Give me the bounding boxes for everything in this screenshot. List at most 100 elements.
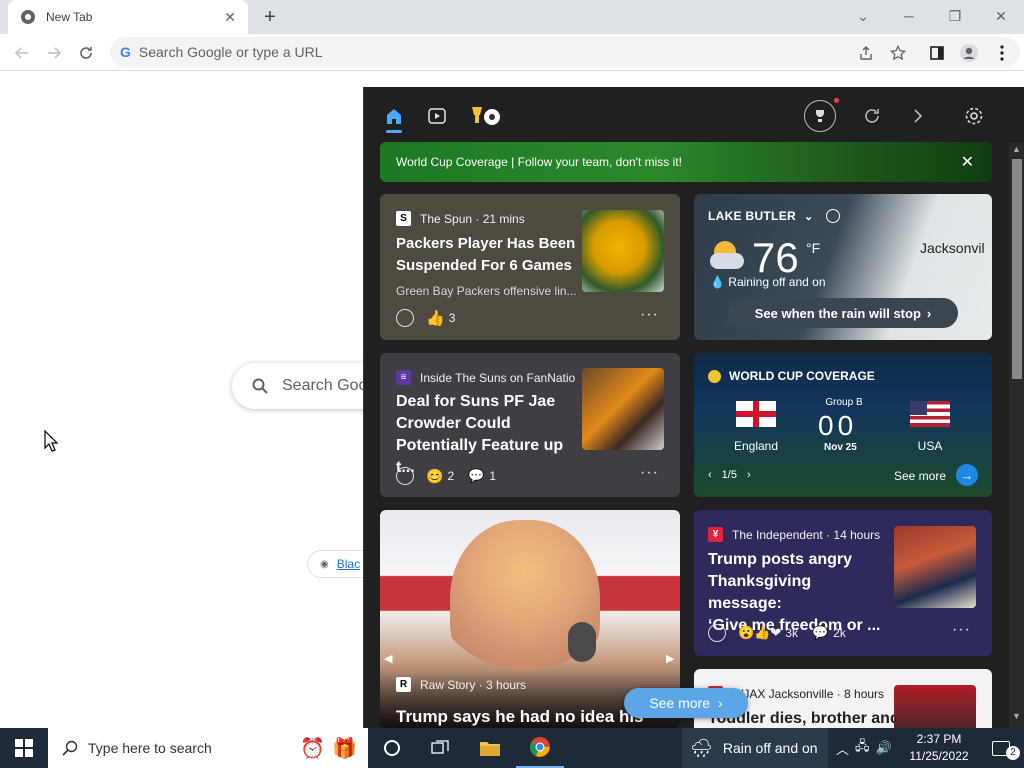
task-view-icon (431, 740, 449, 754)
more-options-icon[interactable]: ··· (640, 464, 659, 482)
weather-location[interactable]: LAKE BUTLER ⌄ (708, 209, 840, 223)
headline-line: Suspended For 6 Games (396, 257, 572, 274)
chevron-right-icon (914, 109, 923, 123)
tab-title: New Tab (46, 10, 93, 24)
chrome-taskbar-button[interactable] (516, 728, 564, 768)
share-button[interactable] (854, 41, 878, 65)
source-label: The Independent · 14 hours (732, 527, 881, 542)
card-headline[interactable]: Deal for Suns PF Jae Crowder Could Poten… (396, 391, 586, 479)
news-van-image (894, 685, 976, 728)
action-center-button[interactable]: 2 (978, 728, 1024, 768)
file-explorer-button[interactable] (466, 728, 514, 768)
next-button[interactable] (905, 103, 931, 129)
active-tab-indicator (386, 130, 402, 133)
bookmark-button[interactable] (886, 41, 910, 65)
settings-button[interactable] (961, 103, 987, 129)
card-reactions: 😊 2 💬 1 (396, 467, 496, 485)
scrollbar-thumb[interactable] (1012, 159, 1022, 379)
source-label: Raw Story · 3 hours (420, 677, 527, 692)
more-options-icon[interactable]: ··· (952, 621, 971, 639)
news-card-spun[interactable]: S The Spun · 21 mins Packers Player Has … (380, 194, 680, 340)
scroll-up-icon[interactable]: ▲ (1012, 144, 1021, 154)
side-panel-button[interactable] (925, 41, 949, 65)
card-source: ≡ Inside The Suns on FanNatio (396, 370, 575, 385)
comment-icon[interactable]: 💬 (812, 625, 828, 641)
mouse-cursor-icon (44, 430, 58, 452)
rain-forecast-button[interactable]: See when the rain will stop › (728, 298, 958, 328)
reload-button[interactable] (74, 41, 98, 65)
cortana-button[interactable] (368, 728, 416, 768)
tab-close-icon[interactable]: ✕ (222, 9, 238, 26)
menu-button[interactable] (990, 41, 1014, 65)
card-headline[interactable]: Packers Player Has Been Suspended For 6 … (396, 233, 581, 277)
chevron-up-icon[interactable]: ︿ (836, 739, 849, 758)
profile-button[interactable] (957, 41, 981, 65)
chevron-right-icon: › (718, 695, 723, 711)
card-headline[interactable]: Trump says he had no idea his (396, 706, 644, 728)
add-reaction-icon[interactable] (708, 624, 726, 642)
tab-video[interactable] (424, 103, 450, 129)
tab-home[interactable] (381, 103, 407, 129)
chip-label: Blac (336, 557, 361, 571)
headline-line: Deal for Suns PF Jae (396, 393, 556, 410)
start-button[interactable] (0, 728, 48, 768)
carousel-prev-icon[interactable]: ◀ (384, 652, 392, 665)
comment-count: 1 (489, 469, 496, 483)
scroll-down-icon[interactable]: ▼ (1012, 711, 1021, 721)
chevron-left-icon[interactable]: ‹ (708, 469, 712, 481)
tab-new-tab[interactable]: New Tab ✕ (8, 0, 248, 34)
rewards-button[interactable] (804, 98, 839, 132)
world-cup-see-more[interactable]: See more (894, 469, 946, 483)
chevron-down-icon: ⌄ (803, 210, 814, 223)
close-icon[interactable]: ✕ (961, 152, 974, 172)
back-button[interactable] (10, 41, 34, 65)
temperature-unit[interactable]: °F (806, 240, 820, 256)
avatar-icon (960, 44, 978, 62)
new-tab-button[interactable]: + (258, 6, 282, 28)
see-more-button[interactable]: See more › (624, 688, 748, 718)
ntp-search-placeholder: Search Goo (282, 377, 368, 394)
network-icon[interactable]: 🖧 (855, 737, 870, 759)
more-options-icon[interactable]: ··· (640, 306, 659, 324)
omnibox-input[interactable] (138, 44, 739, 60)
video-icon (428, 108, 446, 124)
alarm-clock-icon: ⏰ (300, 738, 325, 760)
tab-world-cup[interactable] (468, 103, 502, 129)
source-label: The Spun · 21 mins (420, 211, 525, 226)
google-icon: G (120, 44, 131, 60)
share-icon (860, 46, 872, 60)
helmet-image (582, 210, 664, 292)
forward-button[interactable] (42, 41, 66, 65)
weather-card[interactable]: LAKE BUTLER ⌄ 76 °F 💧 Raining off and on… (694, 194, 992, 340)
omnibox[interactable]: G (110, 37, 1020, 67)
taskbar-clock[interactable]: 2:37 PM 11/25/2022 (906, 731, 972, 765)
card-reactions: 😮👍❤ 3k 💬 2k (708, 624, 846, 642)
volume-icon[interactable]: 🔊 (876, 740, 892, 756)
search-icon (252, 378, 268, 394)
world-cup-banner[interactable]: World Cup Coverage | Follow your team, d… (380, 142, 992, 182)
carousel-next-icon[interactable]: ▶ (666, 652, 674, 665)
panel-scrollbar[interactable]: ▲ ▼ (1009, 143, 1024, 728)
add-reaction-icon[interactable] (396, 309, 414, 327)
tab-search-icon[interactable]: ⌄ (840, 5, 886, 29)
minimize-button[interactable]: ─ (886, 5, 932, 29)
taskbar-search[interactable]: Type here to search ⏰ 🎁 (48, 728, 368, 768)
news-card-suns[interactable]: ≡ Inside The Suns on FanNatio Deal for S… (380, 353, 680, 497)
reaction-count: 2 (447, 469, 455, 483)
home-icon (387, 109, 401, 124)
chevron-right-icon[interactable]: › (747, 469, 751, 481)
headline-line: Crowder Could (396, 415, 511, 432)
news-card-independent[interactable]: ¥ The Independent · 14 hours Trump posts… (694, 510, 992, 656)
world-cup-card[interactable]: WORLD CUP COVERAGE England Group B 00 No… (694, 353, 992, 497)
close-window-button[interactable]: ✕ (978, 5, 1024, 29)
emoji-reaction-icon: 😊 (426, 467, 444, 484)
arrow-right-icon[interactable]: → (956, 464, 978, 486)
gear-icon (965, 107, 983, 125)
add-reaction-icon[interactable] (396, 467, 414, 485)
refresh-button[interactable] (859, 103, 885, 129)
comment-icon[interactable]: 💬 (468, 468, 484, 484)
restore-button[interactable]: ❐ (932, 5, 978, 29)
taskbar-weather[interactable]: 🌧 Rain off and on (682, 728, 828, 768)
condition-label: Raining off and on (728, 275, 826, 289)
task-view-button[interactable] (416, 728, 464, 768)
